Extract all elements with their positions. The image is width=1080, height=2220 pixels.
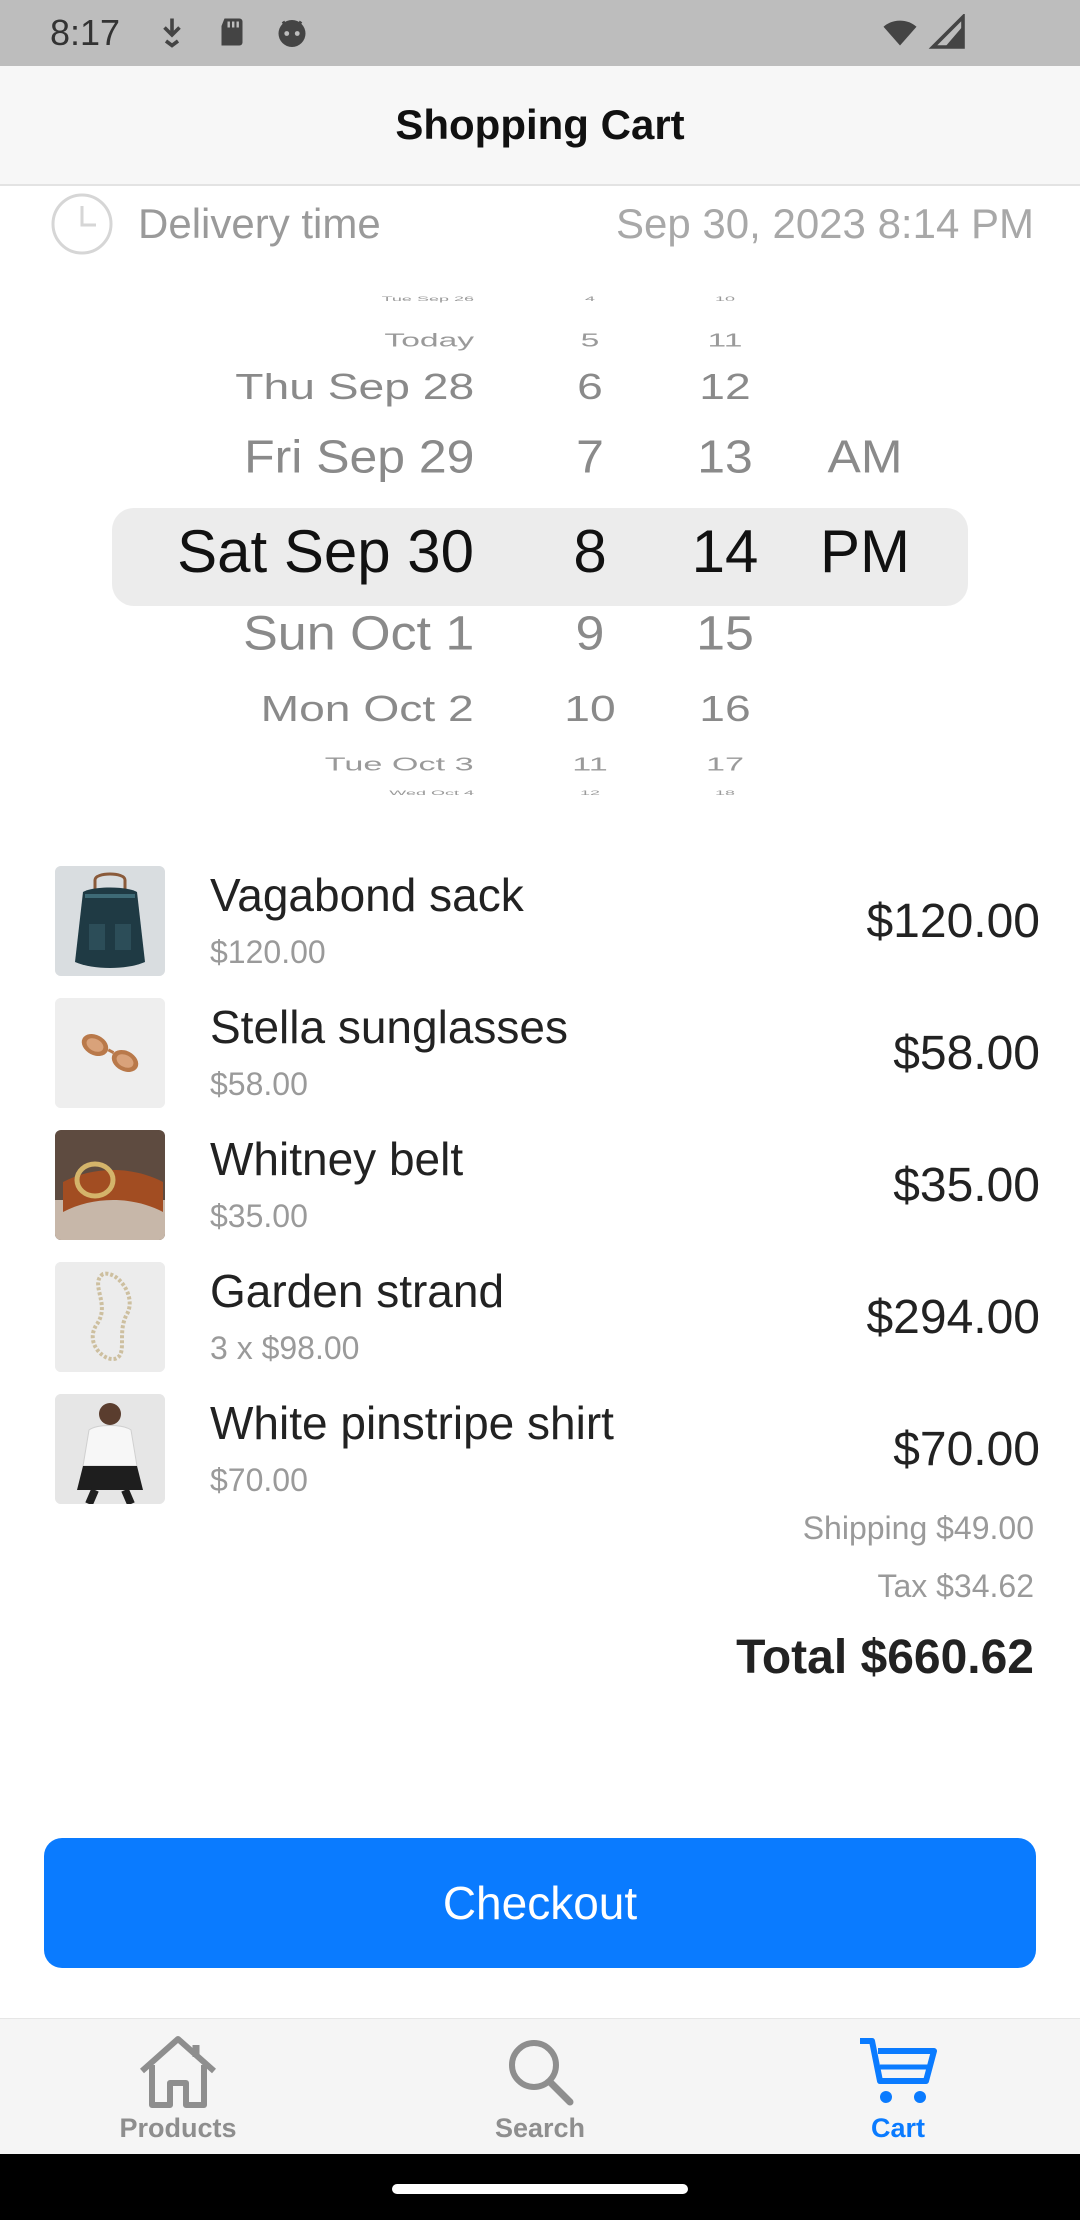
item-unit-price: $120.00 [210, 934, 326, 970]
picker-minute-item[interactable]: 10 [660, 296, 790, 302]
shirt-image [55, 1394, 165, 1504]
picker-date-item[interactable]: Fri Sep 29 [244, 434, 474, 481]
picker-hour-item[interactable]: 5 [512, 331, 669, 351]
clock-icon [51, 193, 113, 255]
signal-icon [928, 14, 965, 49]
picker-hour-item[interactable]: 10 [513, 691, 667, 727]
picker-date-item[interactable]: Sat Sep 30 [177, 522, 474, 582]
download-icon [163, 18, 181, 48]
wifi-icon [883, 20, 917, 46]
item-name: White pinstripe shirt [210, 1397, 614, 1449]
belt-image [55, 1130, 165, 1240]
android-face-icon [278, 20, 306, 47]
screen: 8:17 Shopping Cart Delivery time Sep 30,… [0, 0, 1080, 2220]
backpack-image [55, 866, 165, 976]
checkout-button[interactable]: Checkout [44, 1838, 1036, 1968]
delivery-label: Delivery time [138, 200, 381, 247]
picker-date-item[interactable]: Tue Sep 26 [382, 296, 474, 302]
item-unit-price: $35.00 [210, 1198, 308, 1234]
item-total-price: $35.00 [893, 1159, 1040, 1212]
home-icon [140, 2036, 216, 2108]
status-bar: 8:17 [0, 0, 1080, 66]
picker-hour-item[interactable]: 12 [520, 790, 660, 796]
item-unit-price: $58.00 [210, 1066, 308, 1102]
picker-minute-item[interactable]: 11 [652, 331, 798, 351]
cart-item[interactable]: Vagabond sack $120.00 $120.00 [0, 858, 1080, 990]
item-unit-price: $70.00 [210, 1462, 308, 1498]
picker-hour-item[interactable]: 6 [513, 369, 667, 405]
delivery-value[interactable]: Sep 30, 2023 8:14 PM [616, 200, 1034, 248]
picker-ampm-item[interactable]: PM [790, 522, 940, 582]
picker-date-item[interactable]: Thu Sep 28 [235, 369, 474, 405]
cart-item[interactable]: Stella sunglasses $58.00 $58.00 [0, 990, 1080, 1122]
app-header: Shopping Cart [0, 66, 1080, 186]
date-time-picker[interactable]: Tue Sep 26 Today Thu Sep 28 Fri Sep 29 Sat S… [0, 296, 1080, 810]
search-icon [509, 2040, 574, 2106]
bottom-tab-bar: Products Search Cart [0, 2018, 1080, 2154]
tab-label: Cart [870, 2113, 925, 2143]
picker-date-item[interactable]: Mon Oct 2 [261, 691, 474, 727]
sunglasses-image [55, 998, 165, 1108]
picker-hour-item[interactable]: 11 [510, 755, 670, 775]
necklace-image [55, 1262, 165, 1372]
item-name: Vagabond sack [210, 869, 524, 921]
item-total-price: $120.00 [866, 895, 1040, 948]
tab-search[interactable]: Search [420, 2019, 660, 2155]
picker-date-item[interactable]: Wed Oct 4 [389, 790, 474, 796]
item-total-price: $294.00 [866, 1291, 1040, 1344]
picker-date-item[interactable]: Sun Oct 1 [243, 609, 474, 657]
item-total-price: $58.00 [893, 1027, 1040, 1080]
picker-hour-item[interactable]: 9 [517, 609, 663, 657]
cart-item[interactable]: White pinstripe shirt $70.00 $70.00 [0, 1386, 1080, 1518]
tax-amount: Tax $34.62 [877, 1568, 1034, 1604]
picker-hour-item[interactable]: 4 [520, 296, 660, 302]
system-nav-bar [0, 2154, 1080, 2220]
picker-minute-item[interactable]: 18 [660, 790, 790, 796]
picker-minute-item[interactable]: 16 [654, 691, 797, 727]
order-total: Total $660.62 [736, 1631, 1034, 1684]
shipping-cost: Shipping $49.00 [802, 1510, 1034, 1546]
picker-date-column[interactable]: Tue Sep 26 Today Thu Sep 28 Fri Sep 29 Sat S… [0, 296, 474, 810]
picker-minute-item[interactable]: 14 [660, 522, 790, 582]
picker-hour-item[interactable]: 8 [520, 522, 660, 582]
picker-minute-item[interactable]: 15 [657, 609, 792, 657]
picker-minute-item[interactable]: 12 [654, 369, 797, 405]
cart-item[interactable]: Garden strand 3 x $98.00 $294.00 [0, 1254, 1080, 1386]
tab-label: Search [494, 2113, 586, 2143]
picker-minute-column[interactable]: 10 11 12 13 14 15 16 17 18 [657, 296, 792, 810]
tab-label: Products [119, 2113, 237, 2143]
picker-ampm-item[interactable]: AM [787, 434, 943, 481]
picker-hour-column[interactable]: 4 5 6 7 8 9 10 11 12 [517, 296, 663, 810]
picker-minute-item[interactable]: 13 [657, 434, 792, 481]
sd-card-icon [221, 18, 243, 46]
delivery-time-row[interactable]: Delivery time Sep 30, 2023 8:14 PM [0, 186, 1080, 262]
item-total-price: $70.00 [893, 1423, 1040, 1476]
item-name: Stella sunglasses [210, 1001, 568, 1053]
cart-list: Vagabond sack $120.00 $120.00 Stella sun… [0, 858, 1080, 1518]
order-summary: Shipping $49.00 Tax $34.62 Total $660.62 [736, 1510, 1034, 1685]
tab-cart[interactable]: Cart [778, 2019, 1018, 2155]
picker-ampm-column[interactable]: AM PM [790, 300, 940, 810]
status-time: 8:17 [50, 12, 121, 53]
picker-date-item[interactable]: Today [384, 331, 474, 351]
tab-products[interactable]: Products [58, 2019, 298, 2155]
cart-icon [860, 2038, 937, 2103]
picker-minute-item[interactable]: 17 [651, 755, 799, 775]
item-unit-price: 3 x $98.00 [210, 1330, 360, 1366]
item-name: Garden strand [210, 1265, 505, 1317]
home-gesture-handle[interactable] [392, 2184, 688, 2194]
picker-date-item[interactable]: Tue Oct 3 [325, 755, 474, 775]
page-title: Shopping Cart [395, 101, 685, 148]
item-name: Whitney belt [210, 1133, 464, 1185]
picker-hour-item[interactable]: 7 [517, 434, 663, 481]
cart-item[interactable]: Whitney belt $35.00 $35.00 [0, 1122, 1080, 1254]
